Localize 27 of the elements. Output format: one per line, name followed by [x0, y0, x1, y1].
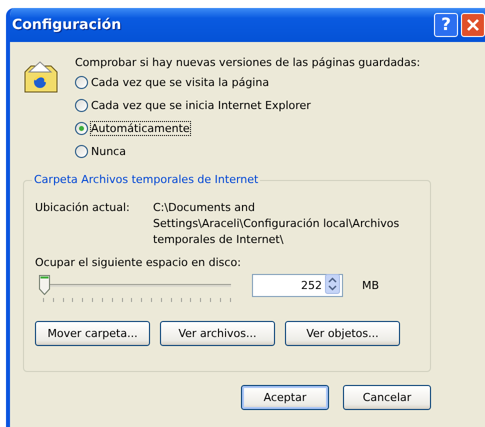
space-label: Ocupar el siguiente espacio en disco: — [35, 256, 242, 269]
slider-thumb[interactable] — [38, 275, 50, 295]
radio-button[interactable] — [75, 122, 88, 135]
group-title: Carpeta Archivos temporales de Internet — [32, 173, 260, 186]
unit-label: MB — [362, 279, 380, 292]
radio-option[interactable]: Cada vez que se visita la página — [75, 71, 420, 94]
cancel-button[interactable]: Cancelar — [343, 385, 431, 410]
radio-button[interactable] — [75, 99, 88, 112]
location-path: C:\Documents and Settings\Araceli\Configuración local\Archivos temporales de Internet\ — [153, 200, 400, 248]
dialog-button[interactable]: Mover carpeta... — [35, 321, 150, 346]
radio-button[interactable] — [75, 145, 88, 158]
help-button[interactable]: ? — [434, 13, 458, 37]
radio-option[interactable]: Nunca — [75, 140, 420, 163]
folder-icon — [23, 60, 59, 94]
location-label: Ubicación actual: — [35, 201, 131, 216]
close-button[interactable] — [461, 13, 485, 37]
spin-arrows[interactable] — [325, 274, 340, 297]
dialog-button[interactable]: Ver objetos... — [285, 321, 400, 346]
radio-option[interactable]: Cada vez que se inicia Internet Explorer — [75, 94, 420, 117]
size-field[interactable]: 252 — [252, 274, 343, 297]
radio-option[interactable]: Automáticamente — [75, 117, 420, 140]
prompt-label: Comprobar si hay nuevas versiones de las páginas guardadas: — [75, 56, 420, 69]
accept-button[interactable]: Aceptar — [241, 385, 329, 410]
radio-button[interactable] — [75, 76, 88, 89]
window-title: Configuración — [12, 17, 122, 33]
close-icon — [466, 18, 480, 32]
dialog-button[interactable]: Ver archivos... — [160, 321, 275, 346]
